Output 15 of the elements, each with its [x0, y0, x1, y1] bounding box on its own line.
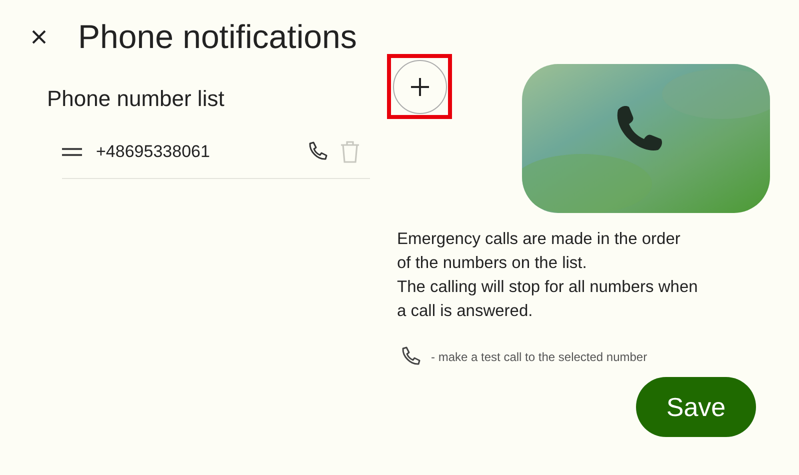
info-text-line: The calling will stop for all numbers when	[397, 277, 699, 298]
plus-icon	[410, 78, 428, 96]
close-icon	[31, 29, 47, 45]
hint-text: - make a test call to the selected number	[431, 350, 648, 364]
phone-number: +48695338061	[96, 142, 211, 162]
add-button[interactable]	[392, 60, 446, 114]
info-text-line: a call is answered.	[397, 301, 534, 322]
info-text-line: Emergency calls are made in the order	[397, 229, 682, 250]
page-title: Phone notifications	[78, 18, 357, 56]
phone-number-row[interactable]: +48695338061	[62, 126, 370, 179]
info-text-line: of the numbers on the list.	[397, 253, 588, 274]
save-button[interactable]: Save	[636, 377, 756, 437]
trash-icon	[340, 140, 360, 164]
section-title: Phone number list	[47, 86, 226, 113]
drag-handle-icon[interactable]	[62, 148, 82, 156]
